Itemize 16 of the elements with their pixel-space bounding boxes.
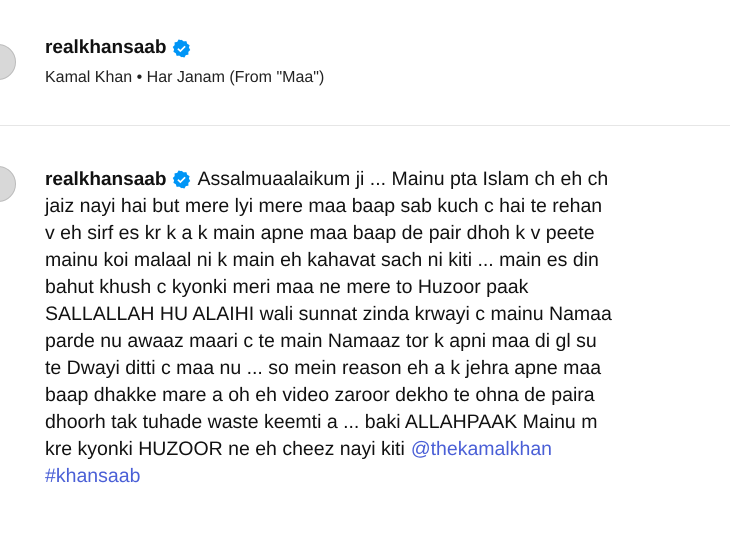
mention-link[interactable]: @thekamalkhan	[410, 438, 552, 461]
username[interactable]: realkhansaab	[45, 37, 166, 59]
caption-text: Assalmuaalaikum ji ... Mainu pta Islam ch eh ch	[197, 168, 608, 191]
caption-text: jaiz nayi hai but mere lyi mere maa baap sab kuch c hai te rehan	[45, 195, 602, 218]
caption-text: SALLALLAH HU ALAIHI wali sunnat zinda krwayi c mainu Namaa	[45, 303, 612, 326]
caption-text: v eh sirf es kr k a k main apne maa baap de pair dhoh k v peete	[45, 222, 595, 245]
audio-track-link[interactable]: Kamal Khan • Har Janam (From "Maa")	[45, 69, 324, 87]
username[interactable]: realkhansaab	[45, 168, 166, 190]
caption-text: bahut khush c kyonki meri maa ne mere to Huzoor paak	[45, 276, 528, 299]
hashtag-link[interactable]: #khansaab	[45, 465, 140, 488]
caption-text: kre kyonki HUZOOR ne eh cheez nayi kiti	[45, 438, 405, 461]
caption-text: te Dwayi ditti c maa nu ... so mein reason eh a k jehra apne maa	[45, 357, 602, 380]
caption-text: dhoorh tak tuhade waste keemti a ... baki ALLAHPAAK Mainu m	[45, 411, 598, 434]
caption-text: baap dhakke mare a oh eh video zaroor dekho te ohna de paira	[45, 384, 595, 407]
caption-text: parde nu awaaz maari c te main Namaaz tor k apni maa di gl su	[45, 330, 597, 353]
caption-text: mainu koi malaal ni k main eh kahavat sach ni kiti ... main es din	[45, 249, 599, 272]
